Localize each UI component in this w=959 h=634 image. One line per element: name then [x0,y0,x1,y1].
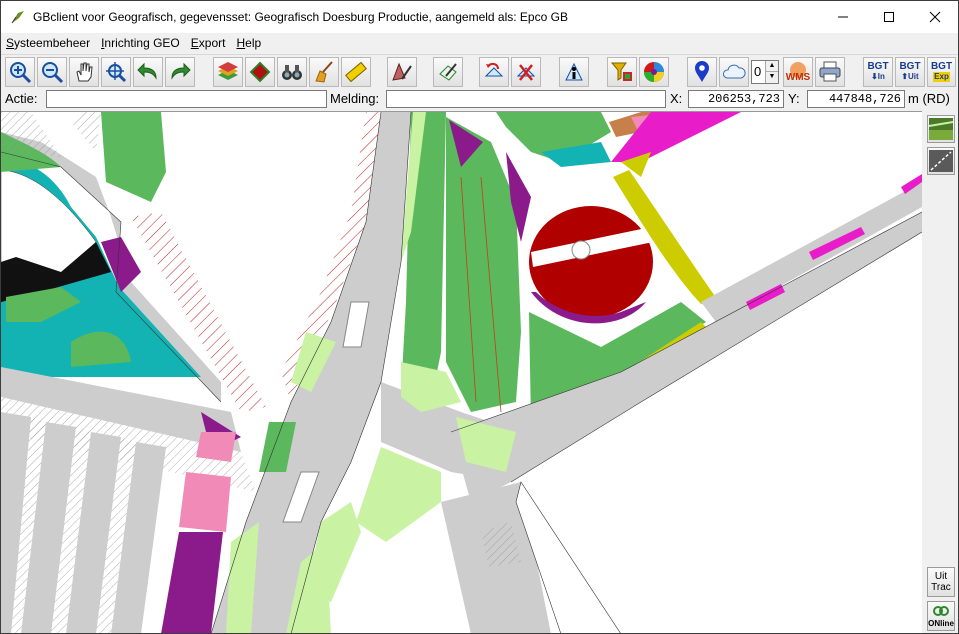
spin-value: 0 [754,64,762,79]
toolbar: 0 ▲ ▼ WMS BGT ⬇In BGT ⬆Uit BGT Exp [1,54,958,89]
undo-edit-button[interactable] [479,57,509,87]
uit-trac-button[interactable]: Uit Trac [927,567,955,597]
map-canvas[interactable] [1,111,922,633]
location-pin-icon [695,61,709,82]
maximize-icon [884,12,894,22]
bgt-in-sub: ⬇In [871,72,885,81]
online-status-button[interactable]: ONline [927,601,955,631]
wms-button[interactable]: WMS [783,57,813,87]
spin-up-button[interactable]: ▲ [765,61,778,72]
status-row: Actie: Melding: X: 206253,723 Y: 447848,… [1,89,958,110]
print-button[interactable] [815,57,845,87]
bgt-exp-title: BGT [930,61,953,72]
delete-object-icon [516,64,536,81]
menu-export[interactable]: Export [186,36,232,50]
measure-button[interactable] [341,57,371,87]
zoom-in-button[interactable] [5,57,35,87]
close-icon [929,11,941,23]
cloud-icon [723,64,746,79]
parking-lots [1,412,166,633]
printer-icon [819,61,841,82]
actie-label: Actie: [5,91,38,106]
bgt-uit-sub: ⬆Uit [901,72,919,81]
menu-help[interactable]: Help [231,36,267,50]
filter-icon [610,62,632,81]
minimize-button[interactable] [820,1,866,33]
undo-view-button[interactable] [133,57,163,87]
hand-icon [76,62,93,82]
online-link-icon [933,605,949,616]
arrow-back-icon [137,62,157,80]
road-layer-button[interactable] [927,147,955,175]
polygon-select-icon [249,61,271,83]
melding-label: Melding: [330,91,380,106]
undo-edit-icon [484,62,504,77]
filter-button[interactable] [607,57,637,87]
bgt-in-title: BGT [867,61,889,72]
window-title: GBclient voor Geografisch, gegevensset: … [33,10,568,24]
cloud-button[interactable] [719,57,749,87]
spin-down-button[interactable]: ▼ [765,72,778,83]
zoom-in-icon [10,62,32,84]
menu-systeembeheer[interactable]: Systeembeheer [1,36,96,50]
redo-view-button[interactable] [165,57,195,87]
info-icon [565,62,583,81]
zoom-out-icon [42,62,64,84]
zoom-extent-button[interactable] [101,57,131,87]
aerial-photo-button[interactable] [927,115,955,143]
arrow-forward-icon [171,62,191,80]
location-button[interactable] [687,57,717,87]
zoom-out-button[interactable] [37,57,67,87]
menu-bar: Systeembeheer Inrichting GEO Export Help [1,33,958,53]
info-button[interactable] [559,57,589,87]
wms-label: WMS [785,71,811,83]
uit-trac-line2: Trac [931,582,951,593]
object-select-button[interactable] [245,57,275,87]
y-coordinate-field[interactable]: 447848,726 [807,90,905,108]
side-panel: Uit Trac ONline [922,111,958,633]
minimize-icon [838,16,848,18]
bgt-export-uit-button[interactable]: BGT ⬆Uit [895,57,925,87]
close-button[interactable] [912,1,958,33]
broom-icon [315,61,333,83]
uit-trac-line1: Uit [934,571,948,582]
edit-object-button[interactable] [387,57,417,87]
aerial-photo-icon [929,118,953,140]
new-object-button[interactable] [433,57,463,87]
title-bar: GBclient voor Geografisch, gegevensset: … [1,1,958,33]
online-label: ONline [928,618,954,628]
delete-object-button[interactable] [511,57,541,87]
bgt-exp-button[interactable]: BGT Exp [927,57,956,87]
y-label: Y: [788,91,800,106]
zoom-extent-icon [106,62,127,83]
unit-label: m (RD) [908,91,950,106]
pan-button[interactable] [69,57,99,87]
bgt-exp-sub: Exp [933,72,950,82]
color-palette-icon [644,62,664,82]
melding-field[interactable] [386,90,666,108]
maximize-button[interactable] [866,1,912,33]
actie-field[interactable] [46,90,327,108]
spin-control[interactable]: 0 ▲ ▼ [751,60,779,84]
edit-pencil-icon [392,62,412,81]
app-logo-icon [11,11,24,24]
clear-button[interactable] [309,57,339,87]
map-drawing[interactable] [1,112,922,633]
layers-icon [218,62,238,80]
binoculars-icon [282,65,302,80]
bgt-uit-title: BGT [899,61,921,72]
x-label: X: [670,91,683,106]
menu-inrichting-geo[interactable]: Inrichting GEO [96,36,186,50]
symbology-button[interactable] [639,57,669,87]
draw-polygon-icon [439,63,457,81]
search-button[interactable] [277,57,307,87]
bgt-import-button[interactable]: BGT ⬇In [863,57,893,87]
app-window: GBclient voor Geografisch, gegevensset: … [0,0,959,634]
ruler-icon [345,61,367,83]
layers-button[interactable] [213,57,243,87]
x-coordinate-field[interactable]: 206253,723 [688,90,784,108]
road-icon [929,150,953,172]
